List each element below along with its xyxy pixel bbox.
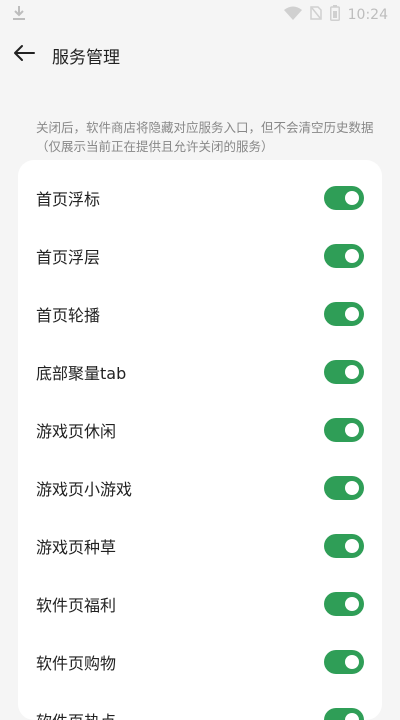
toggle-knob <box>345 307 359 321</box>
setting-row: 游戏页小游戏 <box>18 459 382 517</box>
toggle-switch[interactable] <box>324 360 364 384</box>
setting-row: 底部聚量tab <box>18 343 382 401</box>
toggle-switch[interactable] <box>324 302 364 326</box>
setting-row: 首页轮播 <box>18 285 382 343</box>
toggle-switch[interactable] <box>324 186 364 210</box>
toggle-knob <box>345 539 359 553</box>
wifi-icon <box>283 6 302 24</box>
setting-row: 首页浮层 <box>18 227 382 285</box>
toggle-switch[interactable] <box>324 650 364 674</box>
setting-label: 首页浮标 <box>36 190 101 209</box>
setting-label: 软件页热点 <box>36 708 116 720</box>
setting-label: 首页浮层 <box>36 248 101 267</box>
toggle-knob <box>345 597 359 611</box>
setting-row: 软件页购物 <box>18 633 382 691</box>
page-title: 服务管理 <box>52 47 120 68</box>
status-time: 10:24 <box>347 7 388 23</box>
toggle-knob <box>345 423 359 437</box>
setting-label: 底部聚量tab <box>36 364 127 383</box>
download-icon <box>12 5 26 25</box>
setting-label: 游戏页休闲 <box>36 422 117 441</box>
description-text: 关闭后，软件商店将隐藏对应服务入口，但不会清空历史数据（仅展示当前正在提供且允许… <box>36 120 374 154</box>
toggle-knob <box>345 365 359 379</box>
toggle-knob <box>345 655 359 669</box>
toggle-switch[interactable] <box>324 418 364 442</box>
setting-row: 游戏页休闲 <box>18 401 382 459</box>
settings-card: 首页浮标 首页浮层 首页轮播 底部聚量tab 游戏页休闲 游戏页小游戏 游戏页种… <box>18 160 382 720</box>
no-sim-icon <box>309 6 322 24</box>
setting-label: 首页轮播 <box>36 306 101 325</box>
setting-label: 软件页福利 <box>36 596 117 615</box>
toggle-switch[interactable] <box>324 534 364 558</box>
app-bar: 服务管理 <box>0 30 400 80</box>
back-button[interactable] <box>4 35 44 75</box>
setting-row: 游戏页种草 <box>18 517 382 575</box>
toggle-knob <box>345 191 359 205</box>
toggle-knob <box>345 249 359 263</box>
setting-row: 软件页福利 <box>18 575 382 633</box>
toggle-knob <box>345 713 359 720</box>
setting-row: 首页浮标 <box>18 169 382 227</box>
toggle-switch[interactable] <box>324 244 364 268</box>
toggle-knob <box>345 481 359 495</box>
setting-label: 游戏页种草 <box>36 538 117 557</box>
status-bar: 10:24 <box>0 0 400 30</box>
toggle-switch[interactable] <box>324 476 364 500</box>
toggle-switch[interactable] <box>324 592 364 616</box>
setting-label: 软件页购物 <box>36 654 117 673</box>
setting-label: 游戏页小游戏 <box>36 480 133 499</box>
setting-row: 软件页热点 <box>18 691 382 720</box>
battery-icon <box>329 5 340 25</box>
toggle-switch[interactable] <box>324 708 364 720</box>
arrow-left-icon <box>13 44 35 66</box>
